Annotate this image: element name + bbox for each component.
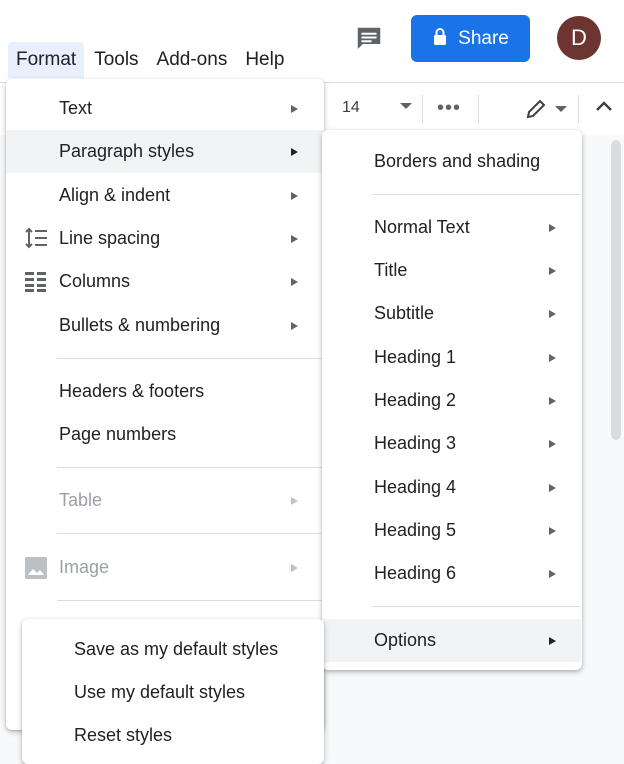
submenu-arrow-icon (291, 104, 298, 113)
menu-item-label: Line spacing (59, 228, 161, 248)
menu-item-label: Normal Text (374, 217, 470, 237)
font-size-dropdown-icon[interactable] (400, 103, 412, 109)
menu-item-label: Use my default styles (74, 682, 246, 702)
collapse-icon[interactable] (594, 97, 614, 122)
share-label: Share (458, 27, 509, 49)
submenu-arrow-icon (291, 563, 298, 572)
submenu-arrow-icon (549, 569, 556, 578)
menu-item-image: Image (6, 546, 324, 589)
menu-divider (372, 606, 580, 607)
menu-item-save-default-styles[interactable]: Save as my default styles (22, 628, 324, 671)
menu-item-bullets-numbering[interactable]: Bullets & numbering (6, 304, 324, 347)
menu-item-label: Image (59, 557, 110, 577)
submenu-arrow-icon (549, 223, 556, 232)
menu-item-label: Page numbers (59, 424, 177, 444)
columns-icon (25, 272, 47, 297)
menu-item-line-spacing[interactable]: Line spacing (6, 217, 324, 260)
menu-divider (57, 467, 324, 468)
menu-item-label: Title (374, 260, 408, 280)
submenu-arrow-icon (291, 277, 298, 286)
menu-item-text[interactable]: Text (6, 87, 324, 130)
submenu-arrow-icon (291, 321, 298, 330)
menu-item-label: Heading 2 (374, 390, 457, 410)
toolbar-separator (478, 95, 479, 123)
toolbar-separator (422, 95, 423, 123)
menu-item-label: Subtitle (374, 303, 435, 323)
line-spacing-icon (24, 227, 48, 254)
menu-item-label: Heading 4 (374, 477, 457, 497)
menu-item-label: Options (374, 630, 437, 650)
comment-icon[interactable] (354, 24, 384, 54)
menu-item-label: Borders and shading (374, 151, 541, 171)
menu-item-paragraph-styles[interactable]: Paragraph styles (6, 130, 324, 173)
menu-item-headers-footers[interactable]: Headers & footers (6, 370, 324, 413)
menu-item-label: Heading 1 (374, 347, 457, 367)
menu-item-label: Text (59, 98, 93, 118)
menu-addons[interactable]: Add-ons (149, 42, 236, 78)
menu-item-subtitle[interactable]: Subtitle (322, 292, 582, 335)
submenu-arrow-icon (549, 636, 556, 645)
image-icon (25, 557, 47, 584)
menu-item-label: Table (59, 490, 103, 510)
menu-item-heading-5[interactable]: Heading 5 (322, 509, 582, 552)
menu-item-label: Reset styles (74, 725, 173, 745)
pencil-icon[interactable] (524, 97, 548, 126)
submenu-arrow-icon (549, 439, 556, 448)
submenu-arrow-icon (291, 496, 298, 505)
submenu-arrow-icon (291, 191, 298, 200)
avatar[interactable]: D (557, 16, 601, 60)
menu-item-label: Heading 3 (374, 433, 457, 453)
menu-item-heading-4[interactable]: Heading 4 (322, 466, 582, 509)
menu-item-page-numbers[interactable]: Page numbers (6, 413, 324, 456)
menu-help[interactable]: Help (237, 42, 292, 78)
menu-item-label: Headers & footers (59, 381, 205, 401)
scrollbar[interactable] (611, 140, 621, 440)
menu-item-heading-3[interactable]: Heading 3 (322, 422, 582, 465)
menu-item-heading-6[interactable]: Heading 6 (322, 552, 582, 595)
paragraph-styles-submenu: Borders and shading Normal Text Title Su… (322, 130, 582, 670)
menu-item-label: Columns (59, 271, 131, 291)
submenu-arrow-icon (549, 483, 556, 492)
menu-item-label: Bullets & numbering (59, 315, 221, 335)
submenu-arrow-icon (549, 309, 556, 318)
menu-item-label: Heading 5 (374, 520, 457, 540)
submenu-arrow-icon (549, 396, 556, 405)
menu-format[interactable]: Format (8, 42, 85, 78)
submenu-arrow-icon (291, 234, 298, 243)
menu-item-title[interactable]: Title (322, 249, 582, 292)
lock-icon (432, 27, 448, 51)
share-button[interactable]: Share (411, 15, 530, 62)
menu-item-options[interactable]: Options (323, 619, 581, 662)
options-submenu: Save as my default styles Use my default… (22, 619, 324, 764)
menu-item-label: Heading 6 (374, 563, 457, 583)
editing-mode-dropdown-icon[interactable] (555, 106, 567, 112)
menu-item-heading-2[interactable]: Heading 2 (322, 379, 582, 422)
submenu-arrow-icon (549, 526, 556, 535)
top-bar: Format Tools Add-ons Help Share D (0, 0, 624, 82)
menu-divider (57, 600, 324, 601)
menu-item-columns[interactable]: Columns (6, 260, 324, 303)
font-size-value[interactable]: 14 (342, 99, 360, 117)
menu-item-reset-styles[interactable]: Reset styles (22, 714, 324, 757)
menu-item-label: Align & indent (59, 185, 171, 205)
menu-divider (57, 533, 324, 534)
menu-bar: Format Tools Add-ons Help (0, 42, 294, 78)
submenu-arrow-icon (549, 266, 556, 275)
menu-item-heading-1[interactable]: Heading 1 (322, 336, 582, 379)
submenu-arrow-icon (549, 353, 556, 362)
menu-item-label: Save as my default styles (74, 639, 279, 659)
menu-divider (57, 358, 324, 359)
menu-item-normal-text[interactable]: Normal Text (322, 206, 582, 249)
menu-item-label: Paragraph styles (59, 141, 195, 161)
submenu-arrow-icon (291, 147, 298, 156)
menu-item-align-indent[interactable]: Align & indent (6, 174, 324, 217)
menu-item-table: Table (6, 479, 324, 522)
menu-item-borders-shading[interactable]: Borders and shading (322, 140, 582, 183)
menu-tools[interactable]: Tools (86, 42, 146, 78)
menu-item-use-default-styles[interactable]: Use my default styles (22, 671, 324, 714)
toolbar-separator (578, 95, 579, 123)
menu-divider (372, 194, 580, 195)
more-options-icon[interactable]: ••• (437, 97, 461, 120)
